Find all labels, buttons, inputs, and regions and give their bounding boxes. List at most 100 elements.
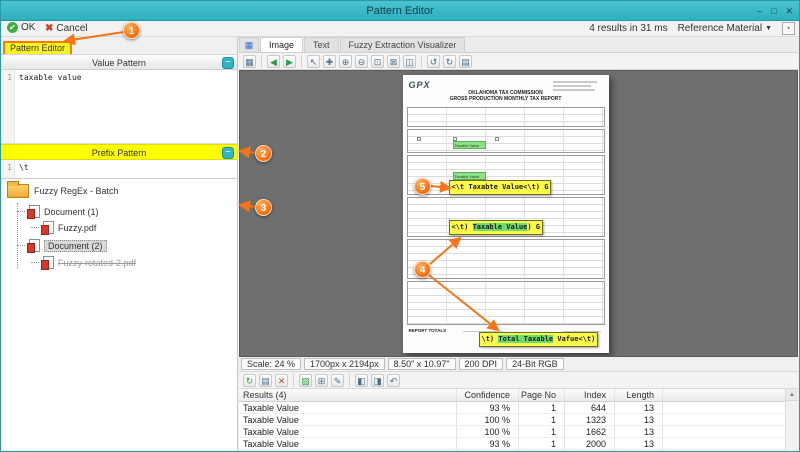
line-number: 1 — [1, 70, 15, 143]
maximize-button[interactable]: □ — [771, 1, 776, 21]
page-next-icon[interactable]: ▶ — [283, 55, 296, 68]
tree-node-document-2[interactable]: Document (2) — [17, 239, 107, 252]
callout-5: 5 — [414, 178, 431, 195]
viewer-status-bar: Scale: 24 % 1700px x 2194px 8.50" x 10.9… — [239, 357, 798, 372]
callout-3: 3 — [255, 199, 272, 216]
viewer-toolbar: ▦ ◀ ▶ ↖ ✚ ⊕ ⊖ ⊡ ⊠ ◫ ↺ ↻ ▤ — [239, 53, 798, 70]
status-inches: 8.50" x 10.97" — [388, 358, 456, 370]
minimize-button[interactable]: – — [757, 1, 762, 21]
copy-icon[interactable]: ▨ — [299, 374, 312, 387]
tree-node-fuzzy-pdf[interactable]: Fuzzy.pdf — [31, 221, 96, 234]
report-totals-label: REPORT TOTALS — [409, 328, 447, 333]
page-prev-icon[interactable]: ◀ — [267, 55, 280, 68]
tab-text[interactable]: Text — [304, 37, 339, 52]
col-page-no[interactable]: Page No — [519, 389, 565, 401]
form-section — [407, 129, 605, 153]
export-icon[interactable]: ▤ — [259, 374, 272, 387]
zoom-width-icon[interactable]: ⊠ — [387, 55, 400, 68]
pan-icon[interactable]: ✚ — [323, 55, 336, 68]
tab-panel-icon[interactable]: ▦ — [239, 37, 259, 52]
ok-check-icon: ✔ — [7, 22, 18, 33]
form-section — [407, 281, 605, 325]
tree-root-node[interactable]: Fuzzy RegEx - Batch — [7, 184, 119, 198]
value-pattern-collapse-button[interactable]: − — [222, 57, 234, 69]
value-pattern-title: Value Pattern — [92, 58, 146, 68]
column-right-icon[interactable]: ◨ — [371, 374, 384, 387]
result-row[interactable]: Taxable Value 93 % 1 644 13 — [239, 402, 798, 414]
add-icon[interactable]: ⊞ — [315, 374, 328, 387]
result-row[interactable]: Taxable Value 100 % 1 1662 13 — [239, 426, 798, 438]
refresh-icon[interactable]: ↻ — [243, 374, 256, 387]
tree-root-label: Fuzzy RegEx - Batch — [34, 186, 119, 196]
tab-fuzzy-extraction-visualizer[interactable]: Fuzzy Extraction Visualizer — [340, 37, 466, 52]
results-table: Results (4) Confidence Page No Index Len… — [239, 389, 798, 450]
callout-1: 1 — [123, 22, 140, 39]
tree-node-label: Fuzzy.pdf — [58, 223, 96, 233]
tree-node-document-1[interactable]: Document (1) — [17, 205, 99, 218]
form-section — [407, 239, 605, 279]
extraction-overlay-c: \t) Total Taxable Vafue<\t) — [479, 332, 599, 347]
gpx-logo: GPX — [409, 80, 431, 90]
status-colordepth: 24-Bit RGB — [506, 358, 564, 370]
undo-icon[interactable]: ↶ — [387, 374, 400, 387]
document-icon — [29, 239, 40, 252]
value-pattern-editor[interactable]: 1 taxable value — [1, 70, 237, 144]
pattern-panel: Pattern Editor Value Pattern − 1 taxable… — [1, 37, 238, 450]
rotate-left-icon[interactable]: ↺ — [427, 55, 440, 68]
result-row[interactable]: Taxable Value 93 % 1 2000 13 — [239, 438, 798, 450]
ok-button[interactable]: ✔ OK — [7, 22, 35, 33]
match-highlight: Taxable Value — [453, 141, 486, 149]
tree-node-fuzzy-rotated-pdf[interactable]: Fuzzy-rotated-2.pdf — [31, 256, 136, 269]
column-left-icon[interactable]: ◧ — [355, 374, 368, 387]
result-row[interactable]: Taxable Value 100 % 1 1323 13 — [239, 414, 798, 426]
tree-node-label-selected: Document (2) — [44, 240, 107, 252]
col-index[interactable]: Index — [565, 389, 615, 401]
window-title: Pattern Editor — [366, 5, 433, 17]
tree-node-label: Document (1) — [44, 207, 99, 217]
scroll-up-icon[interactable]: ▲ — [786, 389, 798, 401]
callout-4: 4 — [414, 261, 431, 278]
callout-2: 2 — [255, 145, 272, 162]
cancel-button[interactable]: ✖ Cancel — [45, 22, 88, 35]
extraction-overlay-b: <\t) Taxable Value) G — [449, 220, 544, 235]
col-length[interactable]: Length — [615, 389, 663, 401]
title-bar: Pattern Editor – □ ✕ — [1, 1, 799, 21]
edit-icon[interactable]: ✎ — [331, 374, 344, 387]
prefix-pattern-collapse-button[interactable]: − — [222, 147, 234, 159]
document-icon — [29, 205, 40, 218]
ok-label: OK — [21, 22, 35, 33]
cancel-label: Cancel — [56, 23, 87, 34]
value-pattern-code: taxable value — [15, 70, 82, 143]
zoom-out-icon[interactable]: ⊖ — [355, 55, 368, 68]
pdf-file-icon — [43, 221, 54, 234]
close-button[interactable]: ✕ — [785, 1, 793, 21]
top-toolbar: ✔ OK ✖ Cancel 4 results in 31 ms Referen… — [1, 21, 799, 37]
grid-icon[interactable]: ▤ — [459, 55, 472, 68]
cancel-x-icon: ✖ — [45, 22, 53, 35]
thumbnails-icon[interactable]: ▦ — [243, 55, 256, 68]
document-viewer[interactable]: GPX Oklahoma Tax Commission Gross Produc… — [239, 70, 798, 357]
tab-image[interactable]: Image — [260, 37, 303, 52]
pdf-file-icon — [43, 256, 54, 269]
document-title-line2: Gross Production Monthly Tax Report — [403, 96, 609, 102]
zoom-page-icon[interactable]: ◫ — [403, 55, 416, 68]
tree-node-label: Fuzzy-rotated-2.pdf — [58, 258, 136, 268]
pin-panel-button[interactable]: ▪ — [782, 22, 795, 35]
results-scrollbar[interactable]: ▲ — [785, 389, 798, 450]
reference-material-dropdown[interactable]: Reference Material ▼ — [678, 23, 772, 34]
delete-icon[interactable]: ✕ — [275, 374, 288, 387]
results-title: Results (4) — [239, 389, 457, 401]
value-pattern-header: Value Pattern − — [1, 54, 237, 70]
rotate-right-icon[interactable]: ↻ — [443, 55, 456, 68]
zoom-fit-icon[interactable]: ⊡ — [371, 55, 384, 68]
zoom-in-icon[interactable]: ⊕ — [339, 55, 352, 68]
status-scale: Scale: 24 % — [241, 358, 301, 370]
results-toolbar: ↻ ▤ ✕ ▨ ⊞ ✎ ◧ ◨ ↶ — [239, 372, 798, 389]
col-confidence[interactable]: Confidence — [457, 389, 519, 401]
chevron-down-icon: ▼ — [765, 25, 772, 32]
status-dpi: 200 DPI — [459, 358, 504, 370]
pattern-editor-window: Pattern Editor – □ ✕ ✔ OK ✖ Cancel 4 res… — [0, 0, 800, 452]
select-icon[interactable]: ↖ — [307, 55, 320, 68]
document-page: GPX Oklahoma Tax Commission Gross Produc… — [403, 75, 609, 353]
results-header-row: Results (4) Confidence Page No Index Len… — [239, 389, 798, 402]
